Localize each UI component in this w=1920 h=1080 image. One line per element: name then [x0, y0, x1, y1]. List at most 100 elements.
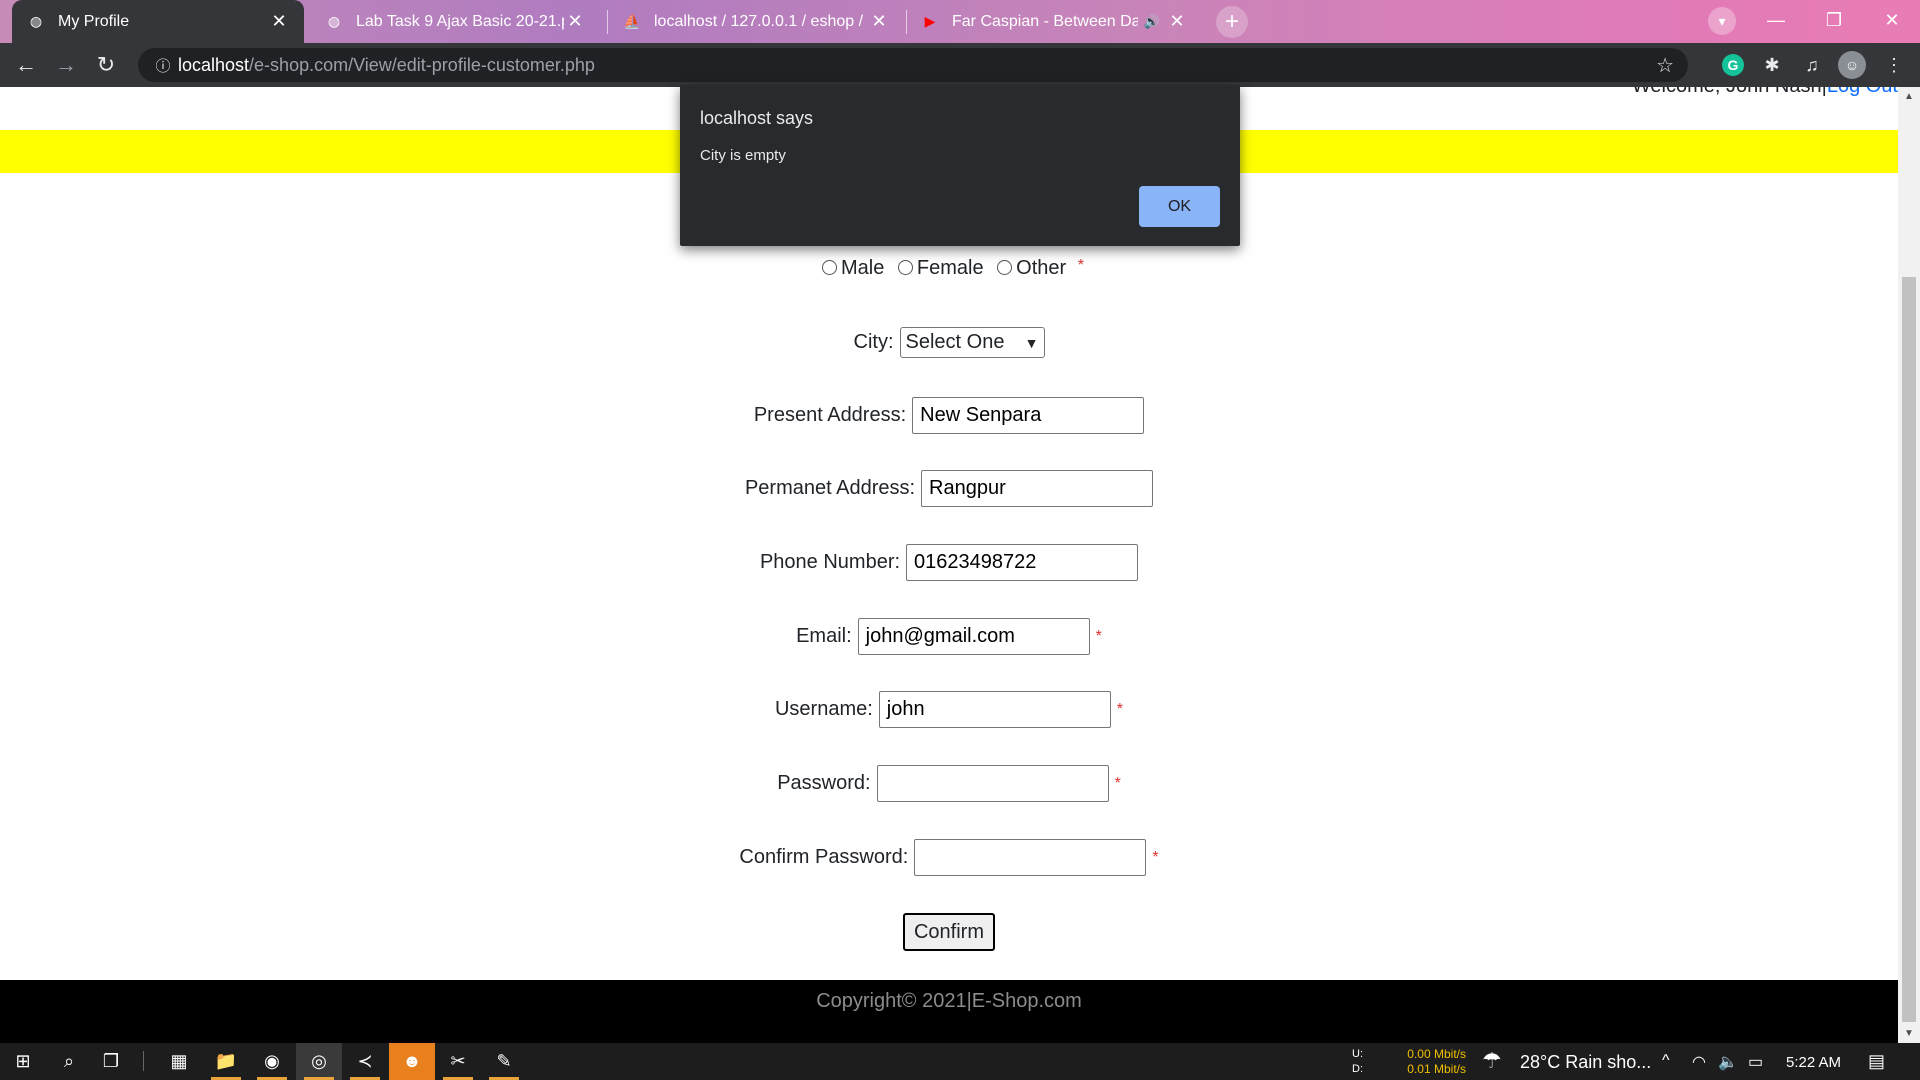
password-label: Password:: [777, 772, 871, 794]
gender-radio-male[interactable]: [821, 259, 837, 275]
dialog-message: City is empty: [700, 147, 786, 164]
scroll-thumb[interactable]: [1902, 277, 1916, 1022]
confirm-password-row: Confirm Password: *: [0, 839, 1898, 876]
password-input[interactable]: [876, 765, 1109, 802]
welcome-bar: Welcome, John Nash|Log Out: [1632, 87, 1898, 98]
app-icon[interactable]: ✎: [481, 1043, 527, 1080]
confirm-password-input[interactable]: [914, 839, 1147, 876]
password-row: Password: *: [0, 765, 1898, 802]
present-address-input[interactable]: New Senpara: [912, 397, 1145, 434]
required-mark: *: [1116, 700, 1124, 718]
close-tab-icon[interactable]: ✕: [868, 11, 890, 32]
file-explorer-icon[interactable]: 📁: [203, 1043, 249, 1080]
dialog-ok-button[interactable]: OK: [1139, 186, 1220, 227]
site-info-icon[interactable]: ⓘ: [148, 55, 178, 76]
calculator-icon[interactable]: ▦: [156, 1043, 202, 1080]
required-mark: *: [1114, 774, 1121, 792]
phone-input[interactable]: 01623498722: [906, 544, 1139, 581]
gender-radio-other[interactable]: [997, 259, 1013, 275]
tab-phpmyadmin[interactable]: ⛵ localhost / 127.0.0.1 / eshop / us ✕: [608, 0, 904, 43]
welcome-text: Welcome, John Nash|: [1632, 87, 1827, 97]
windows-start-icon[interactable]: ⊞: [0, 1043, 46, 1080]
tab-search-icon[interactable]: ▾: [1708, 7, 1736, 35]
username-input[interactable]: john: [878, 691, 1111, 728]
city-row: City: Select One ▼: [0, 327, 1898, 358]
net-up-label: U:: [1352, 1048, 1363, 1060]
back-icon[interactable]: ←: [10, 49, 42, 81]
grammarly-icon[interactable]: G: [1722, 54, 1744, 76]
footer-text: Copyright© 2021|E-Shop.com: [816, 990, 1082, 1012]
battery-icon[interactable]: ▭: [1748, 1052, 1763, 1072]
chevron-up-icon[interactable]: ^: [1662, 1052, 1670, 1070]
close-tab-icon[interactable]: ✕: [564, 11, 586, 32]
gender-radio-female[interactable]: [897, 259, 913, 275]
tab-my-profile[interactable]: ◍ My Profile ✕: [12, 0, 304, 43]
restore-icon[interactable]: ❐: [1806, 0, 1862, 40]
media-control-icon[interactable]: ♫: [1798, 51, 1826, 79]
menu-kebab-icon[interactable]: ⋮: [1880, 51, 1908, 79]
permanent-address-label: Permanet Address:: [744, 477, 916, 499]
city-selected-value: Select One: [905, 331, 1005, 353]
tab-youtube[interactable]: ▶ Far Caspian - Between Days 🔊 ✕: [906, 0, 1202, 43]
confirm-row: Confirm: [0, 913, 1898, 951]
tab-strip: ◍ My Profile ✕ ◍ Lab Task 9 Ajax Basic 2…: [0, 0, 1920, 43]
youtube-icon: ▶: [924, 13, 936, 29]
page-scrollbar[interactable]: ▲ ▼: [1898, 87, 1920, 1043]
email-label: Email:: [796, 625, 852, 647]
logout-link[interactable]: Log Out: [1827, 87, 1898, 97]
address-bar[interactable]: ⓘ localhost/e-shop.com/View/edit-profile…: [138, 48, 1688, 82]
net-up-value: 0.00 Mbit/s: [1407, 1047, 1466, 1061]
alert-dialog: localhost says City is empty OK: [680, 85, 1240, 246]
task-view-icon[interactable]: ❐: [88, 1043, 134, 1080]
confirm-button[interactable]: Confirm: [902, 913, 995, 951]
notification-icon[interactable]: ▤: [1868, 1051, 1885, 1072]
net-labels: U: D:: [1352, 1047, 1363, 1077]
wifi-icon[interactable]: ◠: [1692, 1052, 1706, 1072]
scroll-up-icon[interactable]: ▲: [1904, 91, 1914, 102]
gender-label-other: Other: [1016, 257, 1067, 279]
chevron-down-icon: ▼: [1024, 334, 1039, 351]
city-select[interactable]: Select One ▼: [899, 327, 1045, 358]
tab-title: My Profile: [58, 12, 130, 30]
phone-row: Phone Number: 01623498722: [0, 544, 1898, 581]
tab-title: Far Caspian - Between Days: [952, 12, 1138, 30]
reload-icon[interactable]: ↻: [90, 49, 122, 81]
net-down-value: 0.01 Mbit/s: [1407, 1062, 1466, 1076]
extensions-icon[interactable]: ✱: [1758, 51, 1786, 79]
permanent-address-input[interactable]: Rangpur: [921, 470, 1154, 507]
new-tab-button[interactable]: +: [1216, 6, 1248, 38]
email-row: Email: john@gmail.com *: [0, 618, 1898, 655]
scroll-down-icon[interactable]: ▼: [1904, 1028, 1914, 1039]
snipping-tool-icon[interactable]: ✂: [435, 1043, 481, 1080]
weather-text[interactable]: 28°C Rain sho...: [1520, 1052, 1651, 1073]
taskbar-separator: [143, 1051, 144, 1071]
required-mark: *: [1095, 627, 1102, 645]
minimize-icon[interactable]: —: [1748, 0, 1804, 40]
phone-label: Phone Number:: [759, 551, 901, 573]
speaker-icon[interactable]: 🔊: [1144, 14, 1160, 30]
weather-rain-icon[interactable]: ☂: [1482, 1048, 1502, 1074]
clock[interactable]: 5:22 AM: [1786, 1054, 1841, 1071]
dialog-title: localhost says: [700, 108, 814, 128]
chrome-icon[interactable]: ◎: [296, 1043, 342, 1080]
close-tab-icon[interactable]: ✕: [268, 11, 290, 32]
tab-lab-task-pdf[interactable]: ◍ Lab Task 9 Ajax Basic 20-21.pdf ✕: [310, 0, 600, 43]
profile-avatar[interactable]: ☺: [1838, 51, 1866, 79]
search-icon[interactable]: ⌕: [46, 1043, 92, 1080]
gender-label-male: Male: [840, 257, 885, 279]
vscode-icon[interactable]: ≺: [342, 1043, 388, 1080]
net-down-label: D:: [1352, 1063, 1363, 1075]
whatsapp-icon[interactable]: ◉: [249, 1043, 295, 1080]
browser-toolbar: ← → ↻ ⓘ localhost/e-shop.com/View/edit-p…: [0, 43, 1920, 87]
bookmark-star-icon[interactable]: ☆: [1656, 53, 1674, 78]
volume-icon[interactable]: 🔈: [1718, 1052, 1738, 1072]
close-tab-icon[interactable]: ✕: [1166, 11, 1188, 32]
present-address-row: Present Address: New Senpara: [0, 397, 1898, 434]
username-row: Username: john *: [0, 691, 1898, 728]
email-input[interactable]: john@gmail.com: [857, 618, 1090, 655]
net-speed: 0.00 Mbit/s 0.01 Mbit/s: [1398, 1047, 1466, 1077]
close-window-icon[interactable]: ✕: [1864, 0, 1920, 40]
url-host: localhost: [178, 54, 250, 75]
forward-icon[interactable]: →: [50, 49, 82, 81]
discord-icon[interactable]: ☻: [389, 1043, 435, 1080]
